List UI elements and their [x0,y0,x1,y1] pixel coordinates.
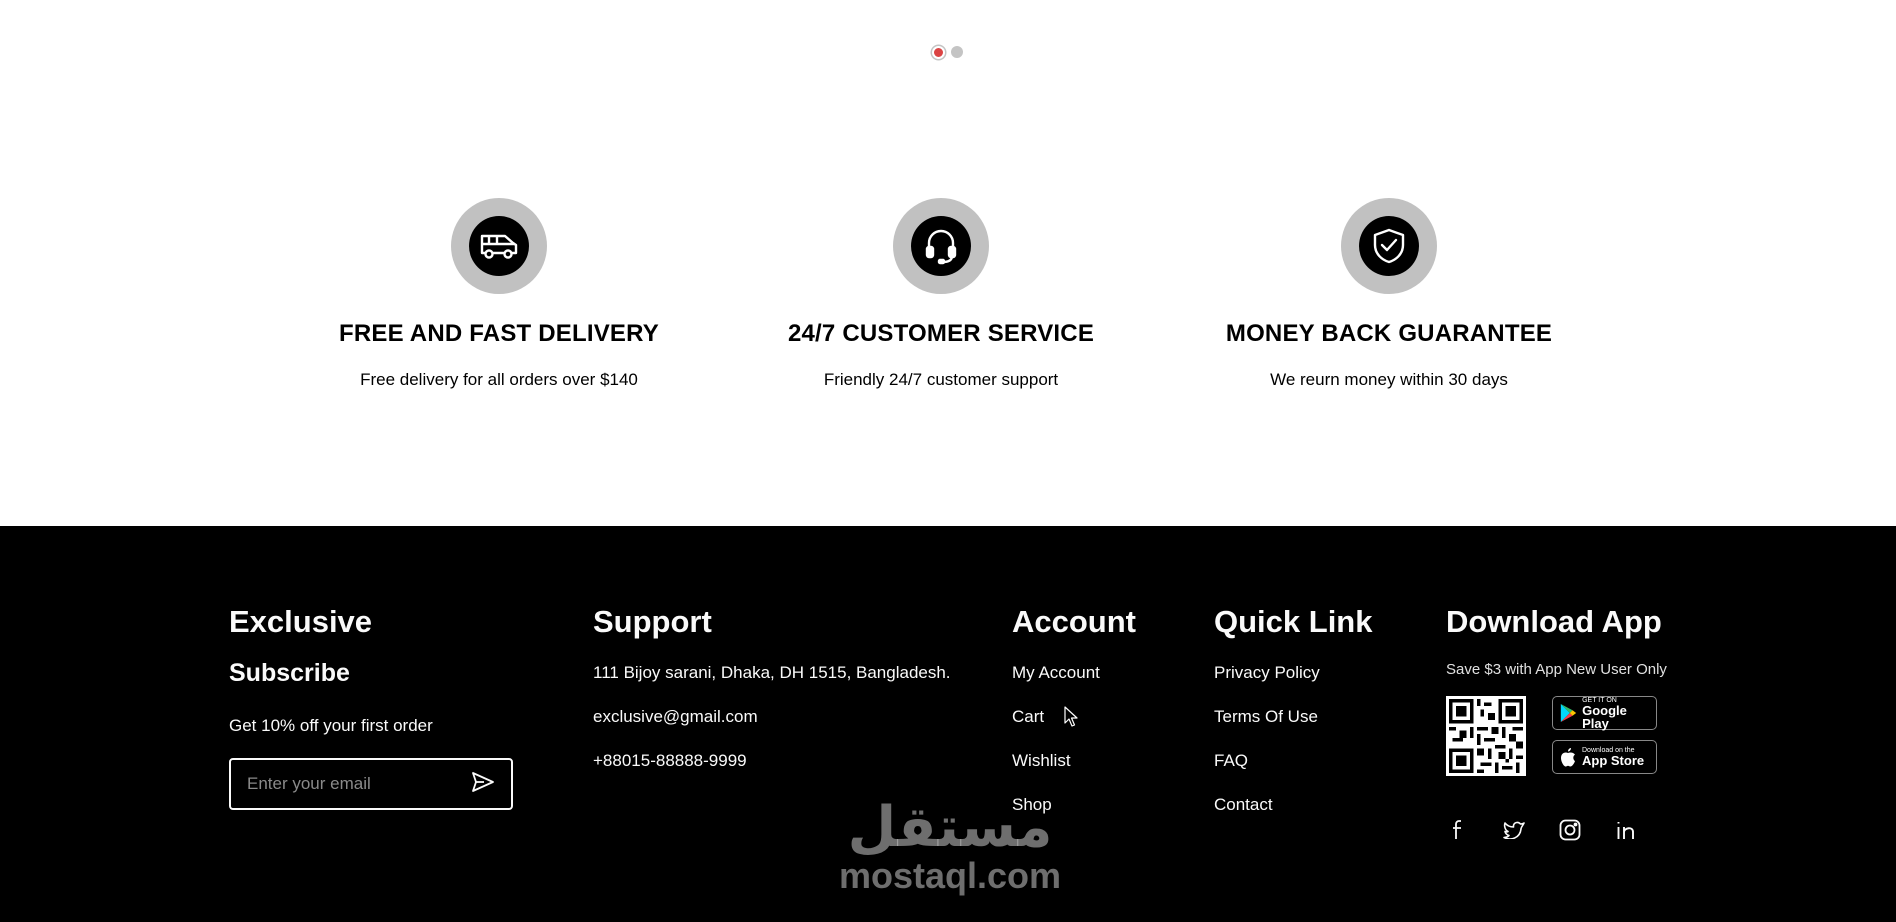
service-title: MONEY BACK GUARANTEE [1225,320,1553,347]
footer-col-support: Support 111 Bijoy sarani, Dhaka, DH 1515… [593,606,951,795]
service-icon-ring [451,198,547,294]
app-store-badge[interactable]: Download on the App Store [1552,740,1657,774]
instagram-icon[interactable] [1558,818,1582,842]
qr-code [1446,696,1526,776]
carousel-dot[interactable] [951,46,963,58]
subscribe-form [229,758,513,810]
service-description: Free delivery for all orders over $140 [360,370,638,389]
service-delivery: FREE AND FAST DELIVERY Free delivery for… [299,198,699,390]
footer-col-quick-link: Quick Link Privacy Policy Terms Of Use F… [1214,606,1372,839]
service-guarantee: MONEY BACK GUARANTEE We reurn money with… [1189,198,1589,390]
google-play-label: Google Play [1582,702,1627,731]
google-play-icon [1560,703,1577,723]
social-links [1446,818,1667,842]
facebook-icon[interactable] [1446,818,1470,842]
footer-link-my-account[interactable]: My Account [1012,663,1136,707]
support-phone[interactable]: +88015-88888-9999 [593,751,951,795]
site-footer: Exclusive Subscribe Get 10% off your fir… [0,526,1896,922]
app-store-label: App Store [1582,753,1645,768]
service-title: FREE AND FAST DELIVERY [339,320,659,347]
quick-link-heading: Quick Link [1214,604,1373,639]
services-section: FREE AND FAST DELIVERY Free delivery for… [0,198,1896,398]
watermark: مستقل mostaql.com [830,800,1070,896]
service-icon-ring [1341,198,1437,294]
service-description: Friendly 24/7 customer support [823,370,1059,389]
service-title: 24/7 CUSTOMER SERVICE [787,320,1095,347]
carousel-dots [932,45,963,59]
support-address: 111 Bijoy sarani, Dhaka, DH 1515, Bangla… [593,663,951,682]
mouse-cursor-icon [1064,706,1078,733]
support-email[interactable]: exclusive@gmail.com [593,707,951,751]
download-app-heading: Download App [1446,604,1662,639]
footer-link-contact[interactable]: Contact [1214,795,1372,839]
footer-brand[interactable]: Exclusive [229,606,513,637]
subscribe-heading: Subscribe [229,659,350,687]
account-heading: Account [1012,604,1136,639]
google-play-badge[interactable]: GET IT ON Google Play [1552,696,1657,730]
linkedin-icon[interactable] [1614,818,1638,842]
service-icon-ring [893,198,989,294]
footer-link-wishlist[interactable]: Wishlist [1012,751,1136,795]
app-promo-note: Save $3 with App New User Only [1446,661,1667,678]
watermark-latin: mostaql.com [838,855,1062,896]
footer-col-download-app: Download App Save $3 with App New User O… [1446,606,1667,842]
twitter-icon[interactable] [1502,818,1526,842]
footer-link-faq[interactable]: FAQ [1214,751,1372,795]
shield-check-icon [1359,216,1419,276]
footer-col-exclusive: Exclusive Subscribe Get 10% off your fir… [229,606,513,810]
watermark-arabic: مستقل [847,795,1053,860]
carousel-dot-active[interactable] [932,45,945,59]
delivery-van-icon [469,216,529,276]
footer-link-privacy-policy[interactable]: Privacy Policy [1214,663,1372,707]
support-heading: Support [593,604,712,639]
apple-icon [1561,748,1575,767]
subscribe-offer: Get 10% off your first order [229,716,433,735]
send-icon[interactable] [471,771,495,798]
email-input[interactable] [247,774,447,794]
service-description: We reurn money within 30 days [1270,370,1508,389]
footer-link-terms-of-use[interactable]: Terms Of Use [1214,707,1372,751]
headset-icon [911,216,971,276]
service-customer: 24/7 CUSTOMER SERVICE Friendly 24/7 cust… [741,198,1141,390]
